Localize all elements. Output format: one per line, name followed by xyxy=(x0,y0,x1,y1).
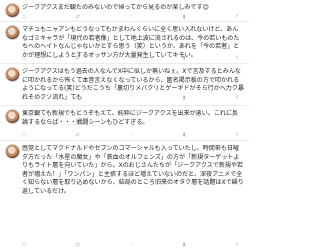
like-icon[interactable]: ♡ xyxy=(129,14,133,20)
post-divider xyxy=(0,63,249,64)
post-divider xyxy=(0,21,249,22)
post-actions: ○ ⇄ ♡ ▮ ↑ xyxy=(22,14,239,20)
post-actions: ○ ⇄ ♡ ▮ ↑ xyxy=(22,55,239,61)
post[interactable]: ジークアクスはもう過去の人なんでX中に似しか無いねぇ。Xで言及するとみんなに叩か… xyxy=(0,65,249,105)
share-icon[interactable]: ↑ xyxy=(235,55,239,61)
like-icon[interactable]: ♡ xyxy=(129,132,133,138)
retweet-icon[interactable]: ⇄ xyxy=(76,55,80,61)
reply-icon[interactable]: ○ xyxy=(22,132,26,138)
share-icon[interactable]: ↑ xyxy=(235,242,239,248)
views-icon[interactable]: ▮ xyxy=(183,55,186,61)
reply-icon[interactable]: ○ xyxy=(22,95,26,101)
like-icon[interactable]: ♡ xyxy=(129,55,133,61)
post[interactable]: マチュもニャアンもどうなってもかまわんくらいに全く思い入れないけど、あんなゴミキ… xyxy=(0,23,249,63)
post[interactable]: 感覚としてマクドナルドやセブンのコマーシャルも入っていたし、時間帯も日曜夕方だっ… xyxy=(0,142,249,251)
retweet-icon[interactable]: ⇄ xyxy=(76,132,80,138)
retweet-icon[interactable]: ⇄ xyxy=(76,14,80,20)
like-icon[interactable]: ♡ xyxy=(129,242,133,248)
retweet-icon[interactable]: ⇄ xyxy=(76,95,80,101)
post-text: 感覚としてマクドナルドやセブンのコマーシャルも入っていたし、時間帯も日曜夕方だっ… xyxy=(22,145,244,195)
post-divider xyxy=(0,140,249,141)
avatar[interactable] xyxy=(5,25,20,40)
post-feed: ジークアクスまだ観たのみないので帰ってから見るのが楽しみです😊 ○ ⇄ ♡ ▮ … xyxy=(0,0,249,251)
views-icon[interactable]: ▮ xyxy=(183,95,186,101)
post-actions: ○ ⇄ ♡ ▮ ↑ xyxy=(22,95,239,101)
post-divider xyxy=(0,105,249,106)
share-icon[interactable]: ↑ xyxy=(235,132,239,138)
share-icon[interactable]: ↑ xyxy=(235,14,239,20)
avatar[interactable] xyxy=(5,144,20,159)
share-icon[interactable]: ↑ xyxy=(235,95,239,101)
reply-icon[interactable]: ○ xyxy=(22,14,26,20)
post-actions: ○ ⇄ ♡ ▮ ↑ xyxy=(22,242,239,248)
reply-icon[interactable]: ○ xyxy=(22,55,26,61)
views-icon[interactable]: ▮ xyxy=(183,242,186,248)
like-icon[interactable]: ♡ xyxy=(129,95,133,101)
avatar[interactable] xyxy=(5,67,20,82)
post-actions: ○ ⇄ ♡ ▮ ↑ xyxy=(22,132,239,138)
avatar[interactable] xyxy=(5,3,20,18)
post[interactable]: 東京観ても新規でもどうぞもえて、純粋にジークアクスを出来が悪い。これに反論するな… xyxy=(0,107,249,140)
avatar[interactable] xyxy=(5,109,20,124)
post-text: ジークアクスまだ観たのみないので帰ってから見るのが楽しみです😊 xyxy=(22,4,209,11)
reply-icon[interactable]: ○ xyxy=(22,242,26,248)
views-icon[interactable]: ▮ xyxy=(183,132,186,138)
views-icon[interactable]: ▮ xyxy=(183,14,186,20)
post[interactable]: ジークアクスまだ観たのみないので帰ってから見るのが楽しみです😊 ○ ⇄ ♡ ▮ … xyxy=(0,1,249,21)
retweet-icon[interactable]: ⇄ xyxy=(76,242,80,248)
